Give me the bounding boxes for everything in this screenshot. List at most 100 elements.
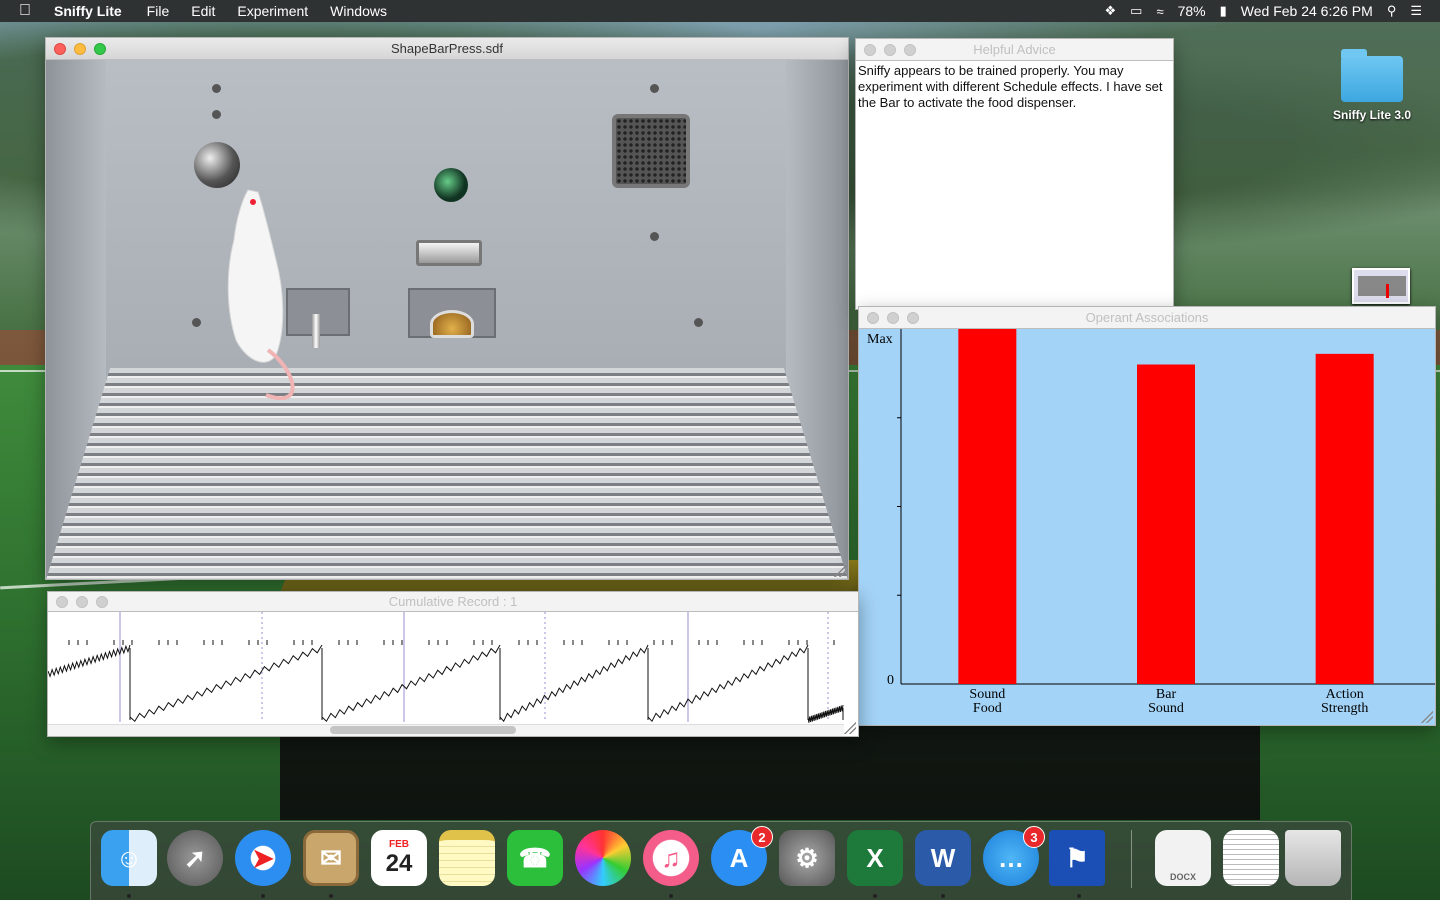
app-store-badge: 2 xyxy=(751,826,773,848)
running-indicator xyxy=(329,894,333,898)
calendar-icon[interactable]: FEB 24 xyxy=(371,830,427,886)
notification-center-icon[interactable]: ☰ xyxy=(1410,3,1422,19)
itunes-icon[interactable]: ♫ xyxy=(643,830,699,886)
battery-icon[interactable]: ▮ xyxy=(1220,3,1227,19)
battery-percent[interactable]: 78% xyxy=(1178,3,1206,19)
running-indicator xyxy=(669,894,673,898)
zoom-button[interactable] xyxy=(96,596,108,608)
bar-bar-sound xyxy=(1137,364,1195,684)
folder-icon xyxy=(1341,49,1403,102)
word-letter: W xyxy=(930,842,956,873)
apple-menu-icon[interactable]:  xyxy=(0,2,50,20)
speaker-icon xyxy=(612,114,690,188)
messages-icon[interactable]: … 3 xyxy=(983,826,1045,886)
scrollbar-thumb[interactable] xyxy=(330,726,516,734)
cumulative-trace xyxy=(499,644,649,723)
associations-chart: Max 0 Sound Food Bar Sound Action Strength xyxy=(859,329,1435,725)
screw-icon xyxy=(694,318,703,327)
menu-edit[interactable]: Edit xyxy=(180,3,226,19)
document-stack-icon[interactable] xyxy=(1223,830,1279,886)
trash-icon[interactable] xyxy=(1285,830,1341,886)
menu-file[interactable]: File xyxy=(136,3,181,19)
notes-icon[interactable] xyxy=(439,830,495,886)
sniffy-app-icon[interactable]: ⚑ xyxy=(1049,830,1105,886)
word-icon[interactable]: W xyxy=(915,830,971,886)
minimize-button[interactable] xyxy=(884,44,896,56)
close-button[interactable] xyxy=(864,44,876,56)
minimize-button[interactable] xyxy=(76,596,88,608)
running-indicator xyxy=(1077,894,1081,898)
screw-icon xyxy=(650,84,659,93)
desktop-folder-label: Sniffy Lite 3.0 xyxy=(1332,108,1412,122)
resize-handle[interactable] xyxy=(844,722,856,734)
resize-handle[interactable] xyxy=(1421,711,1433,723)
system-preferences-icon[interactable]: ⚙ xyxy=(779,830,835,886)
close-button[interactable] xyxy=(54,43,66,55)
cumulative-record-plot xyxy=(48,612,858,736)
screw-icon xyxy=(650,232,659,241)
cumulative-window-title: Cumulative Record : 1 xyxy=(388,594,518,609)
cumulative-trace xyxy=(647,644,809,723)
zoom-button[interactable] xyxy=(904,44,916,56)
thumbnail-mark xyxy=(1386,284,1389,298)
y-tick-label-zero: 0 xyxy=(887,673,894,688)
menu-experiment[interactable]: Experiment xyxy=(226,3,319,19)
facetime-icon[interactable]: ☎ xyxy=(507,830,563,886)
close-button[interactable] xyxy=(56,596,68,608)
dropbox-icon[interactable]: ❖ xyxy=(1104,3,1116,19)
photos-icon[interactable] xyxy=(575,830,631,886)
launchpad-icon[interactable]: ➚ xyxy=(167,830,223,886)
calendar-month: FEB xyxy=(389,838,409,850)
associations-titlebar[interactable]: Operant Associations xyxy=(859,307,1435,329)
chamber-window: ShapeBarPress.sdf xyxy=(45,37,849,580)
excel-icon[interactable]: X xyxy=(847,830,903,886)
chamber-titlebar[interactable]: ShapeBarPress.sdf xyxy=(46,38,848,60)
close-button[interactable] xyxy=(867,312,879,324)
cumulative-trace xyxy=(129,644,323,722)
chamber-window-title: ShapeBarPress.sdf xyxy=(390,41,503,56)
running-indicator xyxy=(873,894,877,898)
cumulative-trace xyxy=(48,644,131,678)
cumulative-record-window: Cumulative Record : 1 xyxy=(47,591,859,737)
x-tick-label: Food xyxy=(973,701,1002,716)
operant-chamber-view[interactable] xyxy=(46,60,848,579)
airplay-icon[interactable]: ▭ xyxy=(1130,3,1142,19)
safari-icon[interactable]: ➤ xyxy=(235,830,291,886)
screenshot-thumbnail[interactable] xyxy=(1352,268,1410,304)
press-bar-lever[interactable] xyxy=(312,314,320,348)
cumulative-titlebar[interactable]: Cumulative Record : 1 xyxy=(48,592,858,612)
running-indicator xyxy=(127,894,131,898)
menu-windows[interactable]: Windows xyxy=(319,3,398,19)
finder-icon[interactable]: ☺ xyxy=(101,830,157,886)
zoom-button[interactable] xyxy=(907,312,919,324)
minimize-button[interactable] xyxy=(74,43,86,55)
advice-window: Helpful Advice Sniffy appears to be trai… xyxy=(855,38,1174,310)
spotlight-search-icon[interactable]: ⚲ xyxy=(1387,3,1397,19)
y-tick-label-max: Max xyxy=(867,332,893,347)
clock[interactable]: Wed Feb 24 6:26 PM xyxy=(1241,3,1373,19)
calendar-day: 24 xyxy=(385,849,413,877)
messages-badge: 3 xyxy=(1023,826,1045,848)
menu-bar:  Sniffy Lite File Edit Experiment Windo… xyxy=(0,0,1440,22)
minimize-button[interactable] xyxy=(887,312,899,324)
thumbnail-preview xyxy=(1358,276,1406,296)
indicator-light-icon xyxy=(434,168,468,202)
cumulative-trace xyxy=(807,704,844,723)
resize-handle[interactable] xyxy=(834,565,846,577)
advice-titlebar[interactable]: Helpful Advice xyxy=(856,39,1173,61)
excel-letter: X xyxy=(866,842,884,873)
docx-document-icon[interactable]: DOCX xyxy=(1155,830,1211,886)
wifi-icon[interactable]: ≈ xyxy=(1156,4,1163,19)
app-menu[interactable]: Sniffy Lite xyxy=(50,3,136,19)
associations-window-title: Operant Associations xyxy=(1085,310,1209,325)
zoom-button[interactable] xyxy=(94,43,106,55)
desktop-folder[interactable]: Sniffy Lite 3.0 xyxy=(1326,49,1418,122)
rat-sniffy-icon[interactable] xyxy=(206,180,306,400)
app-store-icon[interactable]: A 2 xyxy=(711,826,773,886)
food-pellet-icon xyxy=(430,310,474,338)
dock-separator xyxy=(1131,830,1132,888)
mail-icon[interactable]: ✉ xyxy=(303,830,359,886)
chamber-grid-floor xyxy=(46,368,848,579)
cumulative-trace xyxy=(321,644,501,723)
screw-icon xyxy=(212,84,221,93)
